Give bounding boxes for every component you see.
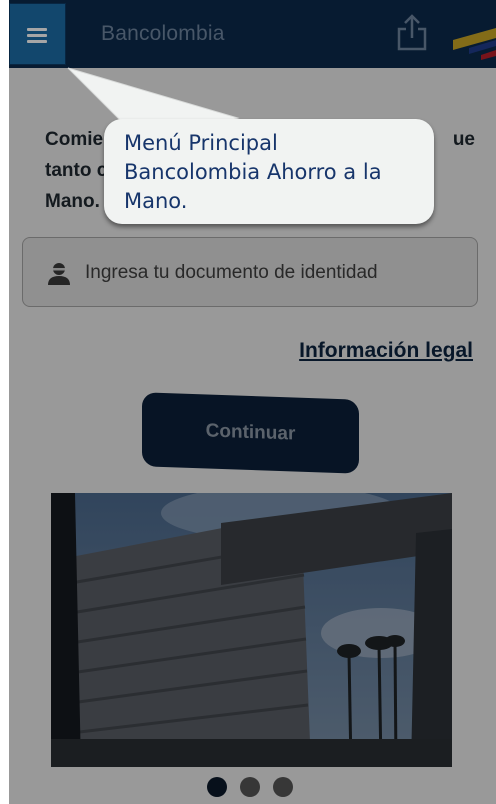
document-id-field[interactable] — [22, 237, 478, 307]
continue-button[interactable]: Continuar — [142, 392, 359, 474]
tooltip-line-1: Menú Principal — [124, 131, 278, 155]
share-icon[interactable] — [396, 14, 428, 52]
legal-information-link[interactable]: Información legal — [299, 339, 473, 363]
app-header: Bancolombia — [9, 0, 496, 68]
tooltip-line-3: Mano. — [124, 189, 188, 213]
carousel-dot-3[interactable] — [273, 777, 293, 797]
user-icon — [48, 263, 70, 285]
tooltip-line-2: Bancolombia Ahorro a la — [124, 160, 382, 184]
hamburger-menu-icon — [27, 28, 47, 44]
intro-line-1-end: ue — [452, 129, 475, 150]
header-title: Bancolombia — [101, 22, 225, 45]
carousel-dot-2[interactable] — [240, 777, 260, 797]
carousel-indicators — [207, 777, 307, 797]
bancolombia-flag-logo — [453, 28, 496, 60]
building-banner-image — [51, 493, 452, 767]
main-menu-tooltip: Menú Principal Bancolombia Ahorro a la M… — [104, 119, 434, 224]
main-menu-button[interactable] — [9, 3, 66, 65]
document-id-input[interactable] — [85, 256, 465, 290]
carousel-dot-1[interactable] — [207, 777, 227, 797]
left-margin — [0, 0, 9, 804]
